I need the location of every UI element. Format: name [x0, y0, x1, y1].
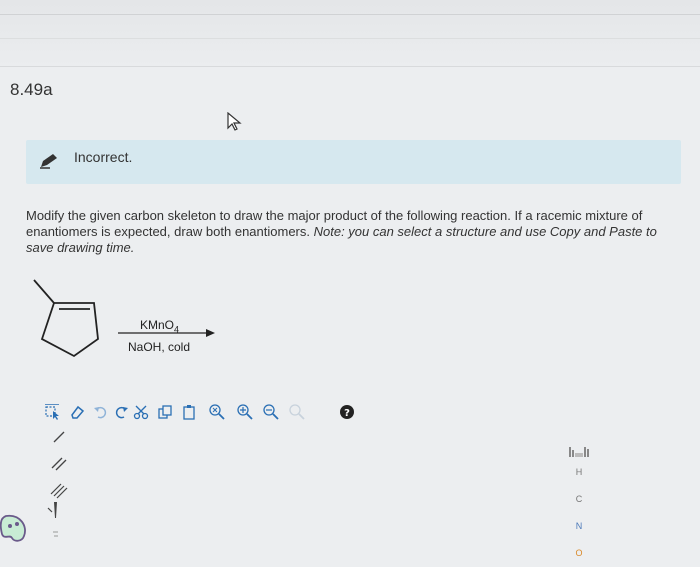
zoom-fit-icon[interactable]: [208, 402, 226, 422]
paste-icon[interactable]: [180, 402, 198, 422]
zoom-reset-icon[interactable]: [288, 402, 306, 422]
zoom-out-icon[interactable]: [262, 402, 280, 422]
single-bond-tool-icon[interactable]: [53, 431, 65, 443]
periodic-table-icon[interactable]: [568, 445, 590, 459]
atom-c-button[interactable]: C: [574, 494, 584, 504]
feedback-banner: Incorrect.: [26, 140, 681, 184]
wedge-bond-tool-icon[interactable]: [47, 502, 57, 518]
triple-bond-tool-icon[interactable]: [50, 483, 68, 499]
feedback-status: Incorrect.: [74, 149, 133, 165]
reaction-arrow: [118, 329, 215, 337]
svg-text:?: ?: [344, 408, 350, 419]
wedge-bond-tools: [47, 502, 58, 537]
eraser-icon[interactable]: [68, 402, 86, 422]
reagent-conditions: NaOH, cold: [128, 340, 191, 354]
bond-tools: [50, 431, 68, 499]
select-tool-icon[interactable]: [44, 402, 62, 422]
atom-o-button[interactable]: O: [574, 548, 584, 558]
copy-icon[interactable]: [156, 402, 174, 422]
atom-n-button[interactable]: N: [574, 521, 584, 531]
page-header-bar: [0, 0, 700, 67]
palette-icon[interactable]: [0, 512, 30, 552]
undo-icon[interactable]: [92, 402, 110, 422]
cyclopentene-skeleton[interactable]: [30, 276, 105, 361]
hash-bond-tool-icon[interactable]: [53, 531, 58, 537]
mouse-cursor-icon: [227, 112, 242, 131]
help-icon[interactable]: ?: [338, 402, 356, 422]
header-divider-secondary: [0, 38, 700, 39]
question-number: 8.49a: [10, 80, 53, 99]
cut-icon[interactable]: [132, 402, 150, 422]
double-bond-tool-icon[interactable]: [51, 457, 67, 471]
atom-h-button[interactable]: H: [574, 467, 584, 477]
zoom-in-icon[interactable]: [236, 402, 254, 422]
pencil-icon: [40, 154, 57, 169]
redo-icon[interactable]: [112, 402, 130, 422]
header-divider: [0, 14, 700, 15]
question-prompt: Modify the given carbon skeleton to draw…: [26, 208, 686, 256]
